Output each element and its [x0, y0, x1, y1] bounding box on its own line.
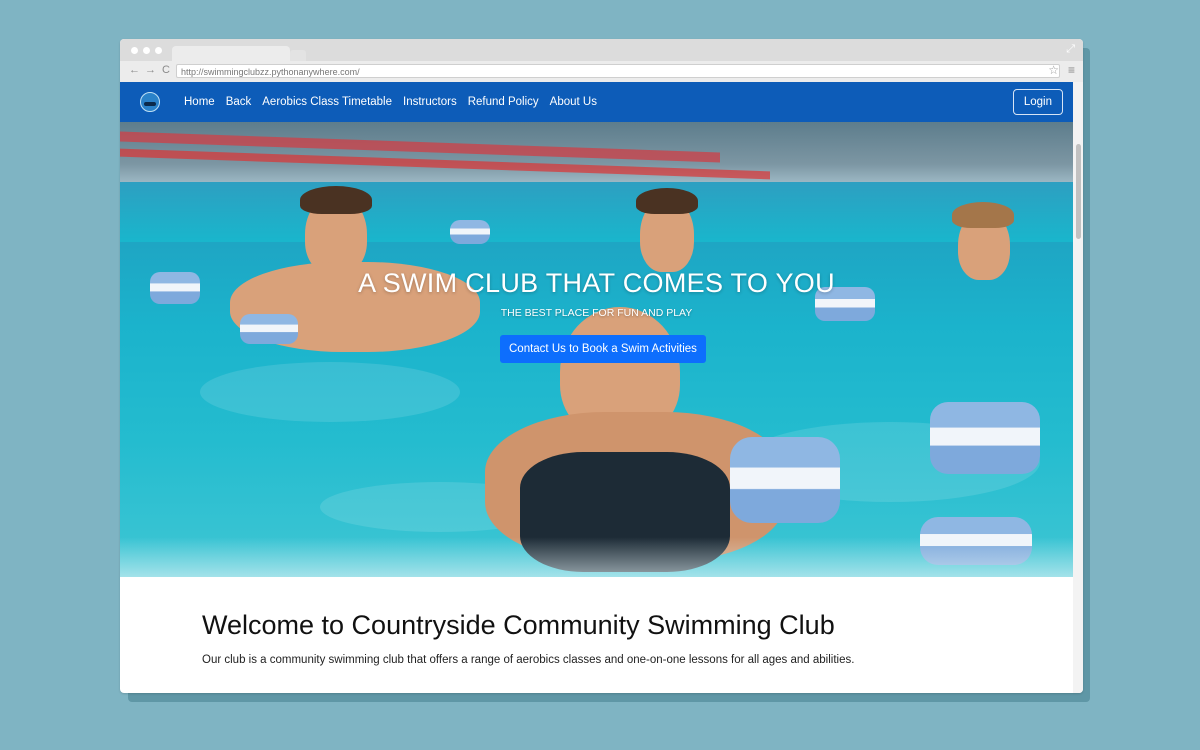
nav-link-refund-policy[interactable]: Refund Policy: [468, 96, 539, 108]
contact-book-button[interactable]: Contact Us to Book a Swim Activities: [500, 335, 706, 363]
page-scrollbar[interactable]: [1073, 82, 1083, 693]
reload-icon[interactable]: C: [162, 64, 170, 76]
browser-menu-icon[interactable]: ≡: [1068, 63, 1075, 77]
hero-subtitle: THE BEST PLACE FOR FUN AND PLAY: [500, 307, 693, 319]
browser-titlebar: ⤢: [120, 39, 1083, 61]
aqua-dumbbell: [450, 220, 490, 244]
login-button[interactable]: Login: [1012, 89, 1063, 115]
nav-link-home[interactable]: Home: [184, 96, 215, 108]
pool-edge: [120, 537, 1073, 577]
back-arrow-icon[interactable]: ←: [129, 64, 140, 76]
window-dot[interactable]: [131, 47, 138, 54]
welcome-paragraph: Our club is a community swimming club th…: [202, 654, 855, 666]
url-input[interactable]: http://swimmingclubzz.pythonanywhere.com…: [176, 64, 1060, 78]
new-tab-button[interactable]: [290, 50, 306, 61]
forward-arrow-icon[interactable]: →: [145, 64, 156, 76]
nav-link-instructors[interactable]: Instructors: [403, 96, 457, 108]
pool-water: [120, 182, 1073, 242]
aqua-dumbbell: [930, 402, 1040, 474]
window-dot[interactable]: [143, 47, 150, 54]
hero-banner: A SWIM CLUB THAT COMES TO YOU THE BEST P…: [120, 122, 1073, 577]
swimmer-logo-icon[interactable]: [140, 92, 160, 112]
scrollbar-thumb[interactable]: [1076, 144, 1081, 239]
nav-link-about-us[interactable]: About Us: [550, 96, 597, 108]
browser-window: ⤢ ← → C http://swimmingclubzz.pythonanyw…: [120, 39, 1083, 693]
bookmark-star-icon[interactable]: ☆: [1048, 63, 1059, 77]
water-ripple: [200, 362, 460, 422]
browser-tab[interactable]: [172, 46, 290, 61]
hero-title: A SWIM CLUB THAT COMES TO YOU: [358, 268, 835, 298]
welcome-heading: Welcome to Countryside Community Swimmin…: [202, 610, 835, 640]
aqua-dumbbell: [730, 437, 840, 523]
nav-link-back[interactable]: Back: [226, 96, 252, 108]
swimmer-hair: [300, 186, 372, 214]
nav-links: Home Back Aerobics Class Timetable Instr…: [184, 82, 597, 122]
address-bar: ← → C http://swimmingclubzz.pythonanywhe…: [120, 61, 1083, 83]
expand-icon[interactable]: ⤢: [1066, 43, 1075, 56]
swimmer-hair: [636, 188, 698, 214]
nav-link-aerobics-timetable[interactable]: Aerobics Class Timetable: [262, 96, 392, 108]
window-dot[interactable]: [155, 47, 162, 54]
swimmer-hair: [952, 202, 1014, 228]
site-navbar: Home Back Aerobics Class Timetable Instr…: [120, 82, 1073, 122]
